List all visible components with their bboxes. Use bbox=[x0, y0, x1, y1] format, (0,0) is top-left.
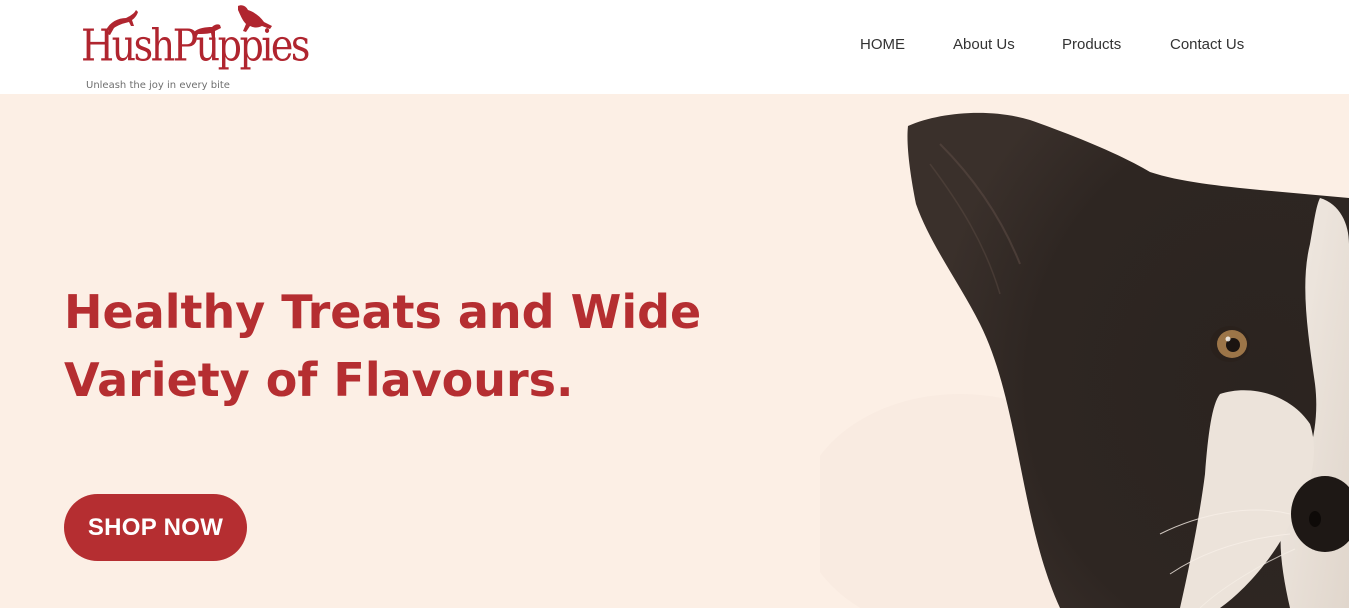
nav-contact-us[interactable]: Contact Us bbox=[1170, 36, 1244, 56]
border-collie-image bbox=[820, 112, 1349, 608]
hero-headline-line-1: Healthy Treats and Wide bbox=[64, 285, 702, 339]
nav-about-us[interactable]: About Us bbox=[953, 36, 1015, 56]
logo-tagline: Unleash the joy in every bite bbox=[86, 80, 230, 91]
site-header: HushPuppies Unleash the joy in every bit… bbox=[0, 0, 1349, 94]
hero-banner: Healthy Treats and Wide Variety of Flavo… bbox=[0, 94, 1349, 608]
logo-wordmark: HushPuppies bbox=[81, 20, 310, 71]
shop-now-button[interactable]: SHOP NOW bbox=[64, 494, 247, 561]
hero-headline-line-2: Variety of Flavours. bbox=[64, 353, 574, 407]
logo[interactable]: HushPuppies Unleash the joy in every bit… bbox=[78, 2, 310, 92]
nav-home[interactable]: HOME bbox=[860, 36, 905, 56]
nav-products[interactable]: Products bbox=[1062, 36, 1121, 56]
